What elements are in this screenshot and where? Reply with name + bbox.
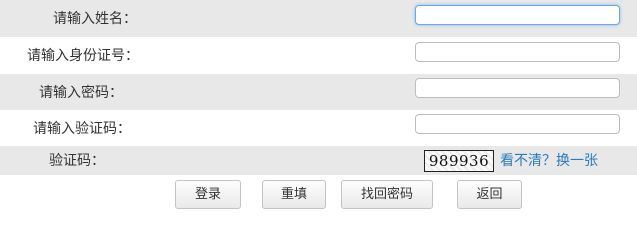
name-input[interactable] [415, 5, 620, 25]
password-row: 请输入密码： [0, 74, 637, 110]
name-label: 请输入姓名： [53, 11, 137, 27]
captcha-input-row: 请输入验证码： [0, 110, 637, 146]
name-row: 请输入姓名： [0, 0, 637, 37]
login-form: 请输入姓名： 请输入身份证号： 请输入密码： 请输入验证码： 验证码： 9899… [0, 0, 637, 252]
recover-password-button[interactable]: 找回密码 [341, 180, 433, 209]
login-button[interactable]: 登录 [175, 180, 241, 209]
captcha-refresh-link[interactable]: 看不清？换一张 [500, 152, 598, 170]
reset-button[interactable]: 重填 [262, 180, 326, 209]
captcha-input-label: 请输入验证码： [33, 121, 131, 137]
captcha-input[interactable] [415, 114, 620, 134]
id-number-row: 请输入身份证号： [0, 37, 637, 74]
id-number-input[interactable] [415, 42, 620, 62]
captcha-row: 验证码： 989936 看不清？换一张 [0, 146, 637, 175]
password-input[interactable] [415, 78, 620, 98]
captcha-label: 验证码： [49, 153, 105, 169]
captcha-image[interactable]: 989936 [424, 150, 494, 172]
password-label: 请输入密码： [39, 85, 123, 101]
back-button[interactable]: 返回 [457, 180, 522, 209]
id-number-label: 请输入身份证号： [27, 48, 139, 64]
